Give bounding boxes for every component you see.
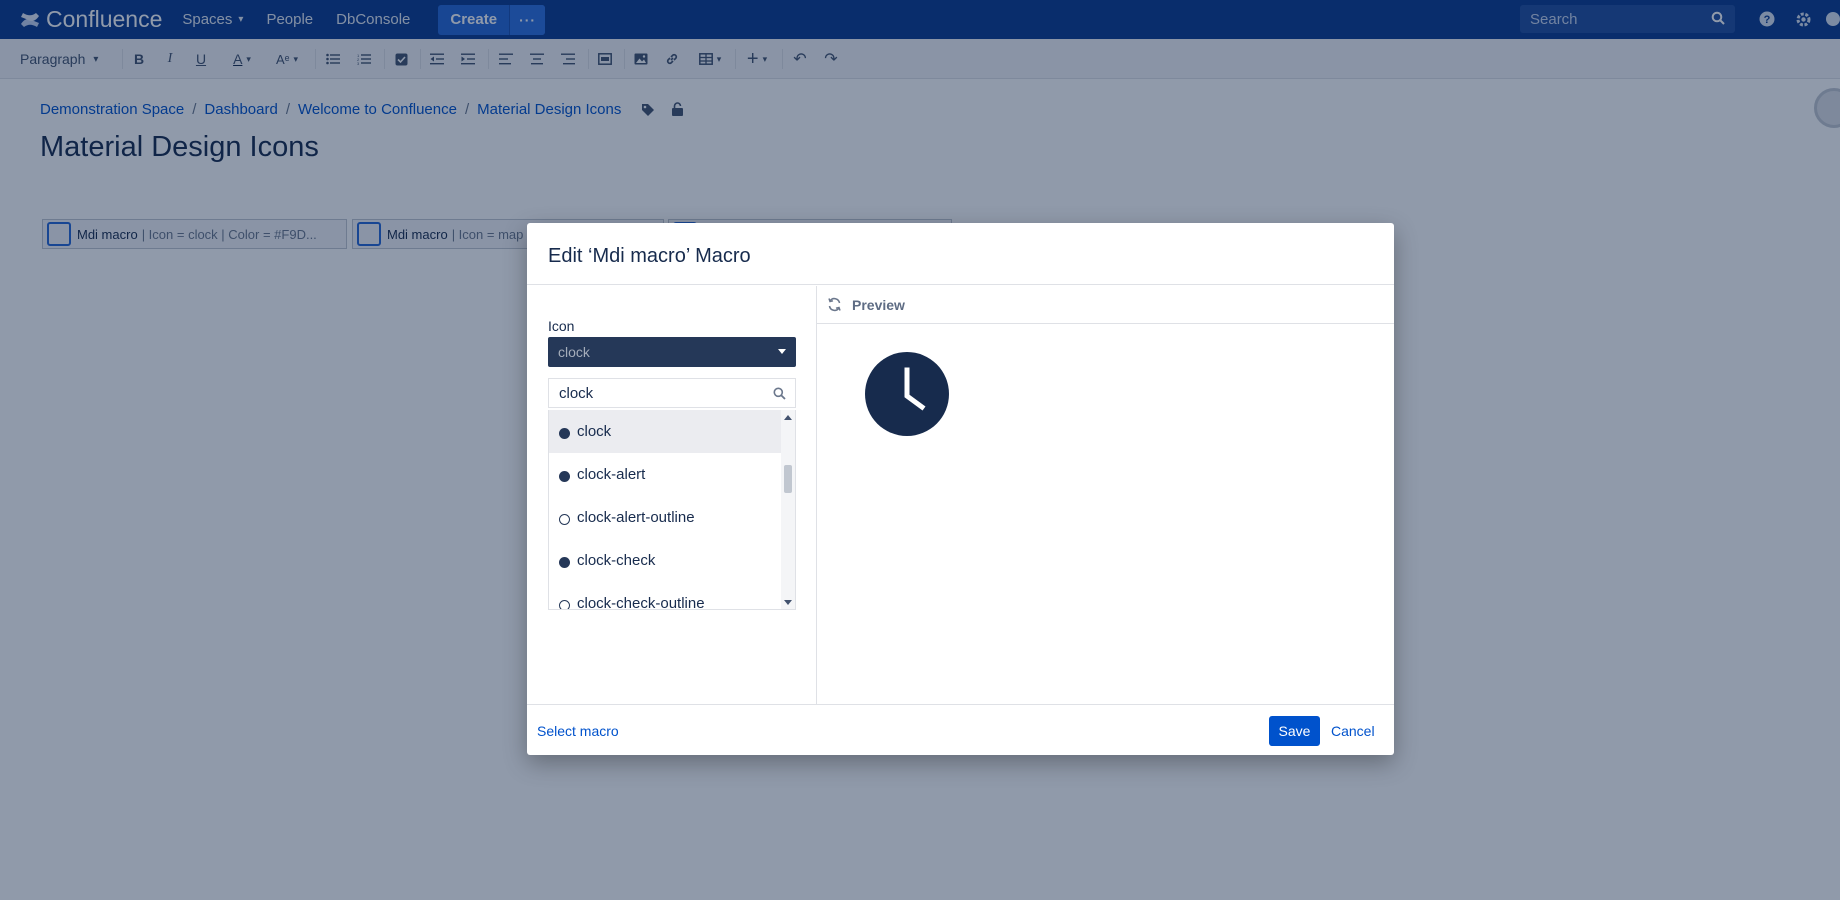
option-label: clock-check [577,552,656,569]
search-icon [773,387,786,400]
clock-alert-icon [559,471,570,482]
select-macro-link[interactable]: Select macro [537,723,619,739]
dialog-title: Edit ‘Mdi macro’ Macro [527,223,1394,285]
cancel-button[interactable]: Cancel [1331,723,1375,739]
list-scrollbar[interactable] [781,410,795,609]
icon-search-input[interactable]: clock [548,378,796,408]
edit-macro-dialog: Edit ‘Mdi macro’ Macro Icon clock clock … [527,223,1394,755]
clock-alert-outline-icon [559,514,570,525]
preview-label: Preview [852,296,905,313]
icon-field-label: Icon [548,318,575,334]
scroll-down-arrow-icon[interactable] [784,600,792,605]
scroll-up-arrow-icon[interactable] [784,415,792,420]
clock-icon [865,352,949,436]
preview-header[interactable]: Preview [817,286,1394,324]
icon-select[interactable]: clock [548,337,796,367]
caret-down-icon [778,349,786,354]
option-label: clock [577,423,612,440]
list-item[interactable]: clock-alert-outline [549,496,782,539]
option-label: clock-alert [577,466,646,483]
icon-select-value: clock [558,344,590,360]
icon-search-value: clock [559,384,594,402]
option-label: clock-check-outline [577,595,705,610]
save-button[interactable]: Save [1269,716,1320,746]
list-item[interactable]: clock [549,410,782,453]
dialog-footer: Select macro Save Cancel [527,704,1394,755]
clock-icon [559,428,570,439]
clock-check-outline-icon [559,600,570,609]
icon-options-list: clock clock-alert clock-alert-outline cl… [548,410,796,610]
list-item[interactable]: clock-check-outline [549,582,782,610]
scrollbar-thumb[interactable] [784,465,792,493]
option-label: clock-alert-outline [577,509,695,526]
list-item[interactable]: clock-alert [549,453,782,496]
macro-parameters-panel: Icon clock clock clock clock-alert clock… [527,286,817,704]
refresh-icon[interactable] [827,297,842,312]
list-item[interactable]: clock-check [549,539,782,582]
macro-preview-panel: Preview [817,286,1394,704]
clock-check-icon [559,557,570,568]
